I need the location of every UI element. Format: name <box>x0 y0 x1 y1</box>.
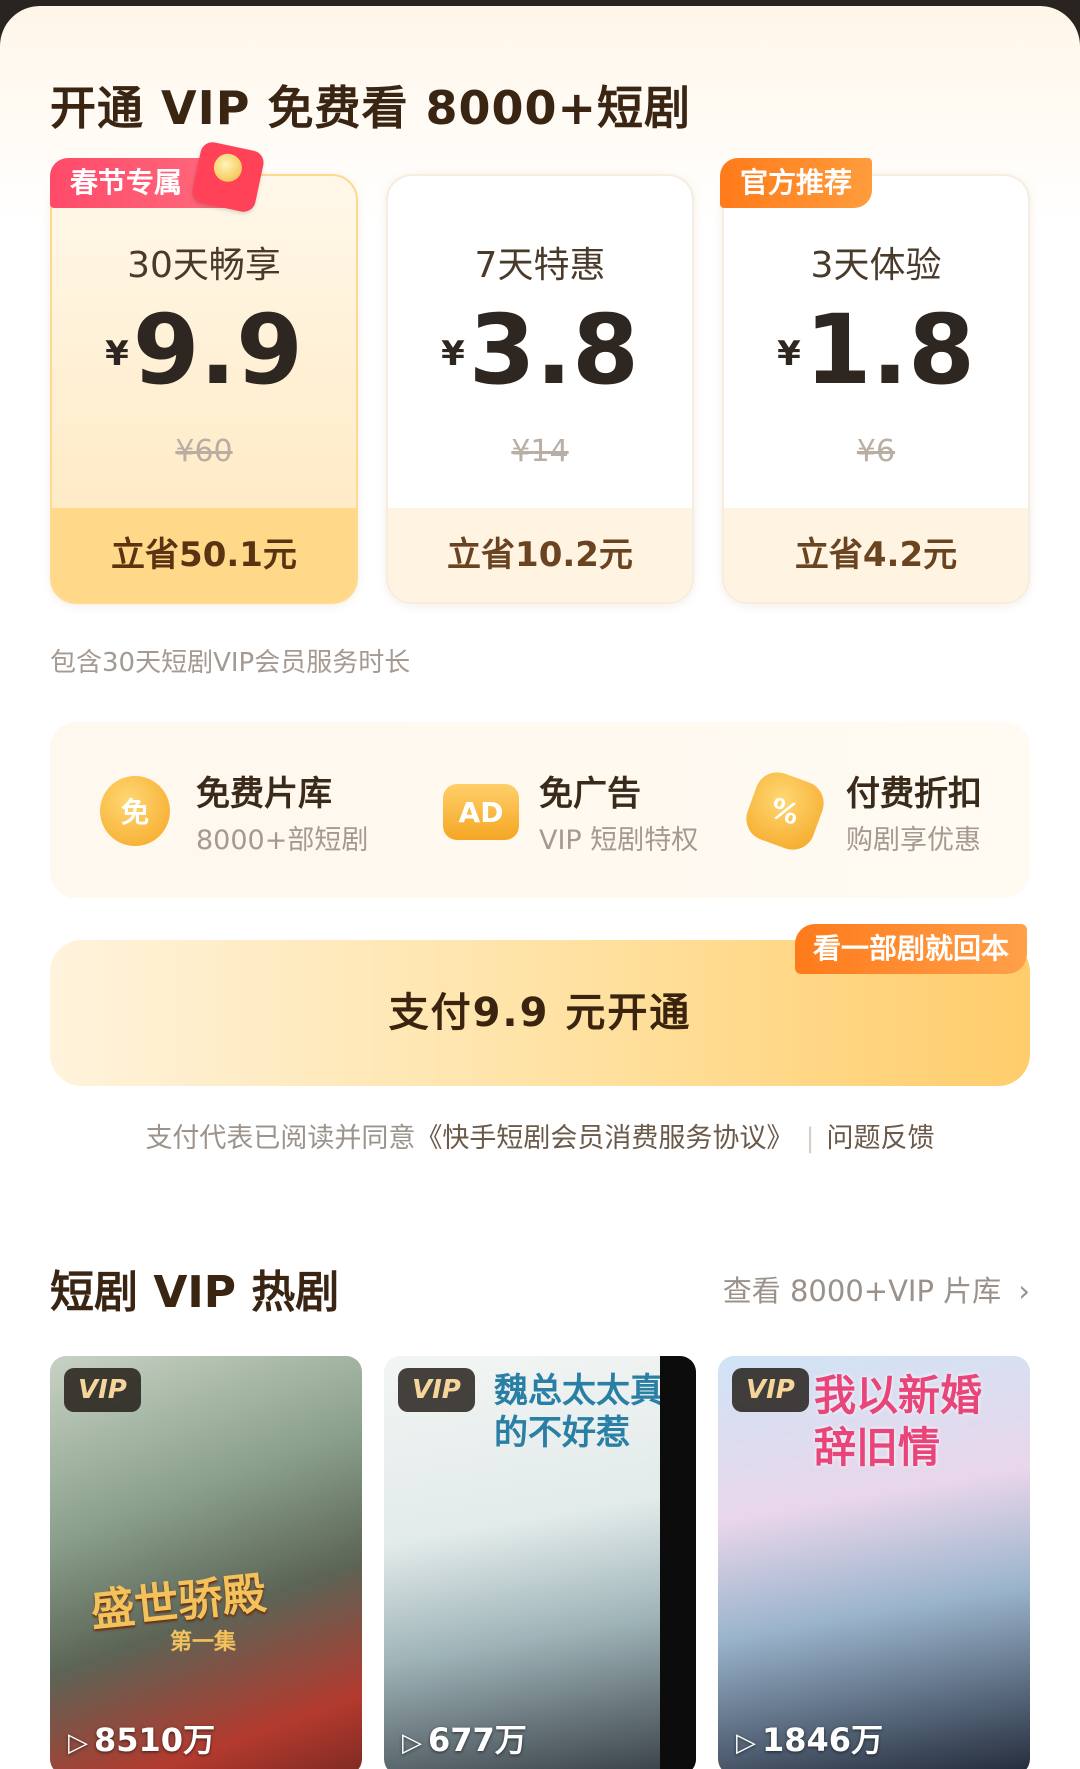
plan-card-3-days[interactable]: 3天体验 ¥1.8 ¥6 立省4.2元 <box>722 174 1030 604</box>
plan-note: 包含30天短剧VIP会员服务时长 <box>50 648 411 678</box>
view-count-value: 677万 <box>428 1721 527 1759</box>
currency-symbol: ¥ <box>441 334 465 374</box>
savings-label: 立省4.2元 <box>724 508 1028 602</box>
benefit-title: 免费片库 <box>196 774 332 814</box>
benefits-panel: 免 免费片库 8000+部短剧 AD 免广告 VIP 短剧特权 % 付费折扣 购… <box>50 722 1030 898</box>
benefit-title: 免广告 <box>539 774 641 814</box>
vip-badge: VIP <box>398 1368 475 1412</box>
page-title: 开通 VIP 免费看 8000+短剧 <box>50 81 692 135</box>
drama-title: 我以新婚辞旧情 <box>814 1371 983 1472</box>
benefit-subtitle: VIP 短剧特权 <box>539 825 699 856</box>
view-count: ▷ 1846万 <box>736 1715 883 1761</box>
agreement-link[interactable]: 《快手短剧会员消费服务协议》 <box>415 1123 793 1154</box>
drama-title: 魏总太太真的不好惹 <box>494 1371 664 1453</box>
plan-name: 3天体验 <box>810 245 942 286</box>
benefit-no-ads: AD 免广告 VIP 短剧特权 <box>443 722 733 898</box>
discount-icon: % <box>740 766 830 856</box>
vip-purchase-sheet: 开通 VIP 免费看 8000+短剧 30天畅享 ¥9.9 ¥60 立省50.1… <box>0 6 1080 1769</box>
vip-badge: VIP <box>64 1368 141 1412</box>
agreement-line: 支付代表已阅读并同意《快手短剧会员消费服务协议》 | 问题反馈 <box>0 1116 1080 1155</box>
drama-card[interactable]: VIP 我以新婚辞旧情 ▷ 1846万 <box>718 1356 1030 1769</box>
benefit-subtitle: 8000+部短剧 <box>196 825 369 856</box>
drama-card[interactable]: VIP 盛世骄殿 第一集 ▷ 8510万 <box>50 1356 362 1769</box>
drama-subtitle: 第一集 <box>170 1630 237 1655</box>
view-library-label: 查看 8000+VIP 片库 <box>722 1274 1002 1308</box>
plan-card-7-days[interactable]: 7天特惠 ¥3.8 ¥14 立省10.2元 <box>386 174 694 604</box>
price-value: 1.8 <box>804 294 975 406</box>
view-count-value: 1846万 <box>762 1721 884 1759</box>
view-count: ▷ 677万 <box>402 1715 527 1761</box>
original-price: ¥60 <box>175 434 233 469</box>
chevron-right-icon: › <box>1018 1274 1030 1308</box>
drama-card[interactable]: VIP 魏总太太真的不好惹 ▷ 677万 <box>384 1356 696 1769</box>
plan-price: ¥3.8 <box>388 294 692 406</box>
benefit-free-library: 免 免费片库 8000+部短剧 <box>100 722 400 898</box>
currency-symbol: ¥ <box>777 334 801 374</box>
ad-icon: AD <box>443 784 519 840</box>
view-library-link[interactable]: 查看 8000+VIP 片库 › <box>723 1268 1030 1310</box>
play-icon: ▷ <box>402 1728 422 1758</box>
view-count: ▷ 8510万 <box>68 1715 215 1761</box>
benefit-discount: % 付费折扣 购剧享优惠 <box>740 722 1020 898</box>
plan-name: 30天畅享 <box>127 245 281 286</box>
currency-symbol: ¥ <box>105 334 129 374</box>
benefit-title: 付费折扣 <box>846 774 982 814</box>
benefit-subtitle: 购剧享优惠 <box>846 825 981 856</box>
plan-price: ¥1.8 <box>724 294 1028 406</box>
original-price: ¥6 <box>856 434 896 469</box>
play-icon: ▷ <box>736 1728 756 1758</box>
feedback-link[interactable]: 问题反馈 <box>827 1123 935 1154</box>
vip-badge: VIP <box>732 1368 809 1412</box>
pay-promo-tag: 看一部剧就回本 <box>795 924 1028 974</box>
divider: | <box>805 1123 815 1154</box>
play-icon: ▷ <box>68 1728 88 1758</box>
agreement-prefix: 支付代表已阅读并同意 <box>145 1123 416 1154</box>
drama-list: VIP 盛世骄殿 第一集 ▷ 8510万 VIP 魏总太太真的不好惹 ▷ 677万 … <box>50 1356 1030 1769</box>
recommended-badge: 官方推荐 <box>720 158 873 208</box>
original-price: ¥14 <box>511 434 569 469</box>
plan-price: ¥9.9 <box>52 294 356 406</box>
savings-label: 立省50.1元 <box>52 508 356 602</box>
red-packet-icon <box>190 140 266 214</box>
section-title: 短剧 VIP 热剧 <box>50 1267 340 1318</box>
savings-label: 立省10.2元 <box>388 508 692 602</box>
view-count-value: 8510万 <box>94 1721 216 1759</box>
plan-name: 7天特惠 <box>474 245 606 286</box>
price-value: 9.9 <box>132 294 303 406</box>
plan-card-30-days[interactable]: 30天畅享 ¥9.9 ¥60 立省50.1元 <box>50 174 358 604</box>
free-icon: 免 <box>100 776 170 846</box>
price-value: 3.8 <box>468 294 639 406</box>
